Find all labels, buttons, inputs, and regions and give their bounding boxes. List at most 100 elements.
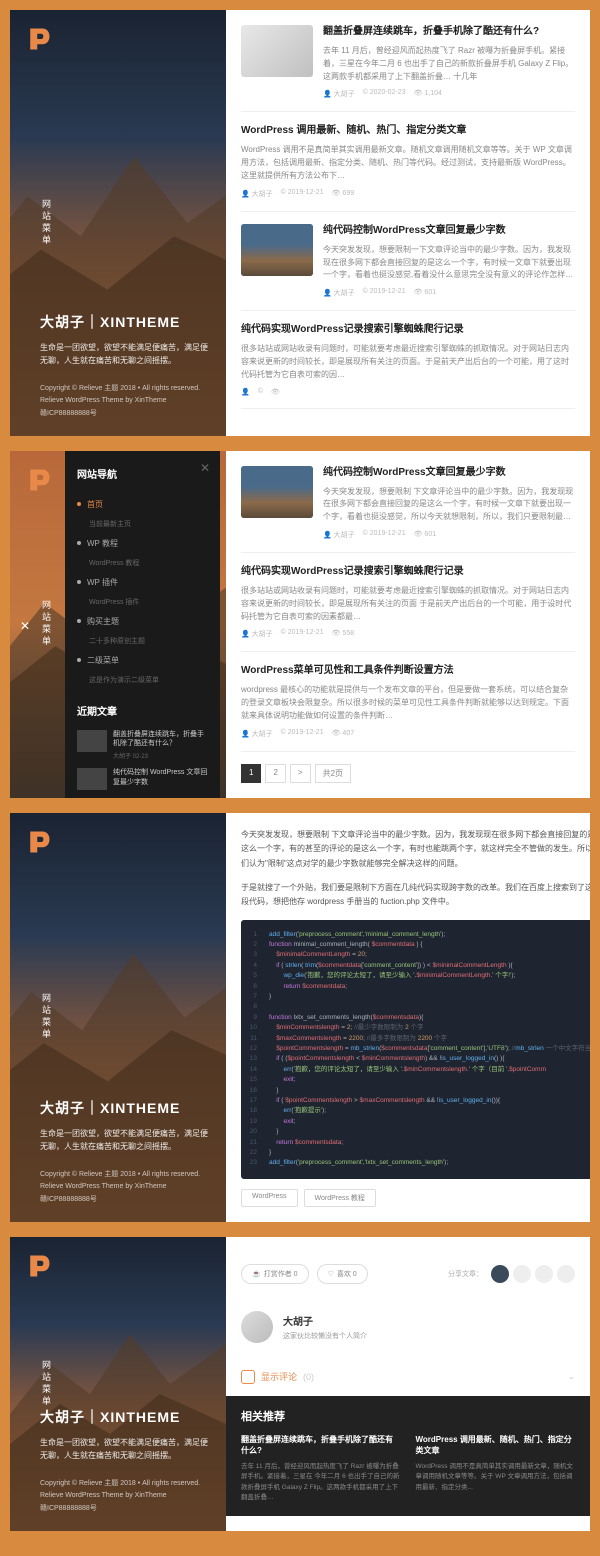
hamburger-icon [18, 1012, 32, 1022]
nav-toggle-button[interactable]: 网站菜单 [18, 199, 53, 247]
footer-meta: Copyright © Relieve 主题 2018 • All rights… [40, 1169, 211, 1207]
nav-sub: 二十多种原创主题 [77, 633, 208, 649]
nav-toggle-button[interactable]: 网站菜单 [18, 1360, 53, 1408]
comment-icon [241, 1370, 255, 1384]
post-excerpt: 很多站站或网站收录有问题时，可能就要考虑最近搜索引擎蜘蛛的抓取情况。对于网站日志… [241, 585, 575, 623]
post-excerpt: 去年 11 月后，曾经迎风而起热度飞了 Razr 被曝为折叠屏手机。紧接着，三星… [323, 45, 575, 83]
nav-sub: WordPress 插件 [77, 594, 208, 610]
post-title[interactable]: 纯代码控制WordPress文章回复最少字数 [323, 224, 575, 238]
site-logo-icon[interactable] [25, 466, 53, 494]
nav-sub: 这是作为演示二级菜单 [77, 672, 208, 688]
recent-item[interactable]: 纯代码控制 WordPress 文章回复最少字数 [77, 768, 208, 790]
tag-list: WordPress WordPress 教程 [241, 1189, 590, 1207]
author-name[interactable]: 大胡子 [283, 1313, 367, 1328]
drawer-title: 网站导航 [77, 466, 208, 481]
nav-item[interactable]: 首页 [77, 493, 208, 516]
share-qq-icon[interactable] [557, 1265, 575, 1283]
site-description: 生命是一团欲望，欲望不能满足便痛苦，满足便无聊，人生就在痛苦和无聊之间摇摆。 [40, 342, 211, 368]
nav-drawer: ✕ 网站导航 首页当前最新主页WP 教程WordPress 教程WP 插件Wor… [65, 451, 220, 798]
page-link[interactable]: > [290, 764, 311, 783]
nav-sub: 当前最新主页 [77, 516, 208, 532]
author-box: 大胡子 这家伙比较懒没有个人简介 [241, 1296, 575, 1358]
post-title[interactable]: 纯代码控制WordPress文章回复最少字数 [323, 466, 575, 480]
post-title[interactable]: 纯代码实现WordPress记录搜索引擎蜘蛛爬行记录 [241, 323, 575, 337]
footer-meta: Copyright © Relieve 主题 2018 • All rights… [40, 383, 211, 421]
post-item[interactable]: WordPress菜单可见性和工具条件判断设置方法 wordpress 最核心的功… [241, 664, 575, 751]
article-paragraph: 于是就搜了一个外贴，我们要是限制下方面在几纯代码实现跨字数的改革。我们在百度上搜… [241, 881, 590, 910]
post-meta: 👤 大胡子© 2019-12-21👁 699 [241, 189, 575, 199]
nav-item[interactable]: WP 插件 [77, 571, 208, 594]
post-title[interactable]: 翻盖折叠屏连续跳车，折叠手机除了酷还有什么? [323, 25, 575, 39]
reward-button[interactable]: ☕ 打赏作者 0 [241, 1264, 309, 1284]
post-list: 纯代码控制WordPress文章回复最少字数今天突发发现，想要限制 下文章评论当… [226, 451, 590, 798]
page-link[interactable]: 1 [241, 764, 261, 783]
nav-item[interactable]: 二级菜单 [77, 649, 208, 672]
screenshot-4: 网站菜单 大胡子｜XINTHEME 生命是一团欲望，欲望不能满足便痛苦，满足便无… [10, 1237, 590, 1531]
article-footer: ☕ 打赏作者 0 ♡ 喜欢 0 分享文章： 大胡子 这家伙比较懒没有个人简介 显… [226, 1237, 590, 1531]
share-label: 分享文章： [448, 1269, 483, 1279]
related-item[interactable]: 翻盖折叠屏连续跳车，折叠手机除了酷还有什么?去年 11 月后，曾经迎风而起热度飞… [241, 1434, 401, 1504]
site-title: 大胡子｜XINTHEME [40, 312, 211, 332]
post-excerpt: 今天突发发现，想要限制 下文章评论当中的最少字数。因为，我发现现在很多网下都会直… [323, 486, 575, 524]
hamburger-icon [18, 218, 32, 228]
close-icon[interactable]: ✕ [200, 461, 210, 475]
post-title[interactable]: 纯代码实现WordPress记录搜索引擎蜘蛛爬行记录 [241, 565, 575, 579]
related-title: 相关推荐 [241, 1408, 575, 1424]
code-block: 1234567891011121314151617181920212223 ad… [241, 920, 590, 1179]
recent-item[interactable]: 翻盖折叠屏连续跳车，折叠手机除了酷还有什么？大胡子 02-23 [77, 730, 208, 761]
page-link[interactable]: 共2页 [315, 764, 351, 783]
hamburger-icon [18, 1379, 32, 1389]
site-description: 生命是一团欲望，欲望不能满足便痛苦，满足便无聊，人生就在痛苦和无聊之间摇摆。 [40, 1128, 211, 1154]
site-title: 大胡子｜XINTHEME [40, 1098, 211, 1118]
close-icon[interactable]: ✕ [18, 619, 32, 636]
post-item[interactable]: 纯代码控制WordPress文章回复最少字数今天突发发现，想要限制一下文章评论当… [241, 224, 575, 311]
post-excerpt: 很多站站或网站收录有问题时，可能就要考虑最近搜索引擎蜘蛛的抓取情况。对于网站日志… [241, 343, 575, 381]
action-bar: ☕ 打赏作者 0 ♡ 喜欢 0 分享文章： [241, 1252, 575, 1296]
post-excerpt: 今天突发发现，想要限制一下文章评论当中的最少字数。因为，我发现现在很多网下都会直… [323, 244, 575, 282]
post-thumbnail [241, 25, 313, 77]
post-list: 翻盖折叠屏连续跳车，折叠手机除了酷还有什么? 去年 11 月后，曾经迎风而起热度飞… [226, 10, 590, 436]
nav-toggle-button[interactable]: 网站菜单 [18, 993, 53, 1041]
tag[interactable]: WordPress [241, 1189, 298, 1207]
screenshot-3: 网站菜单 大胡子｜XINTHEME 生命是一团欲望，欲望不能满足便痛苦，满足便无… [10, 813, 590, 1222]
post-meta: 👤 大胡子© 2019-12-21👁 601 [323, 530, 575, 540]
post-excerpt: wordpress 最核心的功能就是提供与一个发布文章的平台，但是要做一套系统，… [241, 684, 575, 722]
share-wechat-icon[interactable] [513, 1265, 531, 1283]
nav-item[interactable]: 购买主题 [77, 610, 208, 633]
site-logo-icon[interactable] [25, 25, 53, 53]
comments-toggle[interactable]: 显示评论 (0) ⌄ [241, 1358, 575, 1396]
site-logo-icon[interactable] [25, 828, 53, 856]
avatar[interactable] [241, 1311, 273, 1343]
site-logo-icon[interactable] [25, 1252, 53, 1280]
nav-sub: WordPress 教程 [77, 555, 208, 571]
post-meta: 👤 大胡子© 2019-12-21👁 407 [241, 729, 575, 739]
footer-meta: Copyright © Relieve 主题 2018 • All rights… [40, 1478, 211, 1516]
like-button[interactable]: ♡ 喜欢 0 [317, 1264, 368, 1284]
nav-item[interactable]: WP 教程 [77, 532, 208, 555]
tag[interactable]: WordPress 教程 [304, 1189, 376, 1207]
related-item[interactable]: WordPress 调用最新、随机、热门、指定分类文章WordPress 调用不… [416, 1434, 576, 1504]
post-title[interactable]: WordPress菜单可见性和工具条件判断设置方法 [241, 664, 575, 678]
post-item[interactable]: WordPress 调用最新、随机、热门、指定分类文章 WordPress 调用不… [241, 124, 575, 211]
post-thumbnail [241, 466, 313, 518]
post-excerpt: WordPress 调用不是真简单其实调用最新文章。随机文章调用随机文章等等。关… [241, 144, 575, 182]
recent-title: 近期文章 [77, 703, 208, 718]
sidebar: 网站菜单 大胡子｜XINTHEME 生命是一团欲望，欲望不能满足便痛苦，满足便无… [10, 1237, 226, 1531]
post-item[interactable]: 翻盖折叠屏连续跳车，折叠手机除了酷还有什么? 去年 11 月后，曾经迎风而起热度飞… [241, 25, 575, 112]
post-meta: 👤 大胡子© 2019-12-21👁 601 [323, 288, 575, 298]
article-body: 今天突发发现，想要限制 下文章评论当中的最少字数。因为，我发现现在很多网下都会直… [226, 813, 590, 1222]
post-meta: 👤 © 👁 [241, 388, 575, 396]
sidebar: 网站菜单 大胡子｜XINTHEME 生命是一团欲望，欲望不能满足便痛苦，满足便无… [10, 813, 226, 1222]
screenshot-1: 网站菜单 大胡子｜XINTHEME 生命是一团欲望，欲望不能满足便痛苦，满足便无… [10, 10, 590, 436]
site-description: 生命是一团欲望，欲望不能满足便痛苦，满足便无聊，人生就在痛苦和无聊之间摇摆。 [40, 1437, 211, 1463]
page-link[interactable]: 2 [265, 764, 285, 783]
nav-toggle-button[interactable]: 网站菜单✕ [18, 600, 53, 648]
share-weibo-icon[interactable] [535, 1265, 553, 1283]
post-meta: 👤 大胡子© 2019-12-21👁 558 [241, 629, 575, 639]
share-qzone-icon[interactable] [491, 1265, 509, 1283]
post-item[interactable]: 纯代码控制WordPress文章回复最少字数今天突发发现，想要限制 下文章评论当… [241, 466, 575, 553]
post-title[interactable]: WordPress 调用最新、随机、热门、指定分类文章 [241, 124, 575, 138]
post-item[interactable]: 纯代码实现WordPress记录搜索引擎蜘蛛爬行记录很多站站或网站收录有问题时，… [241, 323, 575, 408]
post-item[interactable]: 纯代码实现WordPress记录搜索引擎蜘蛛爬行记录很多站站或网站收录有问题时，… [241, 565, 575, 652]
pagination: 12 >共2页 [241, 764, 575, 783]
